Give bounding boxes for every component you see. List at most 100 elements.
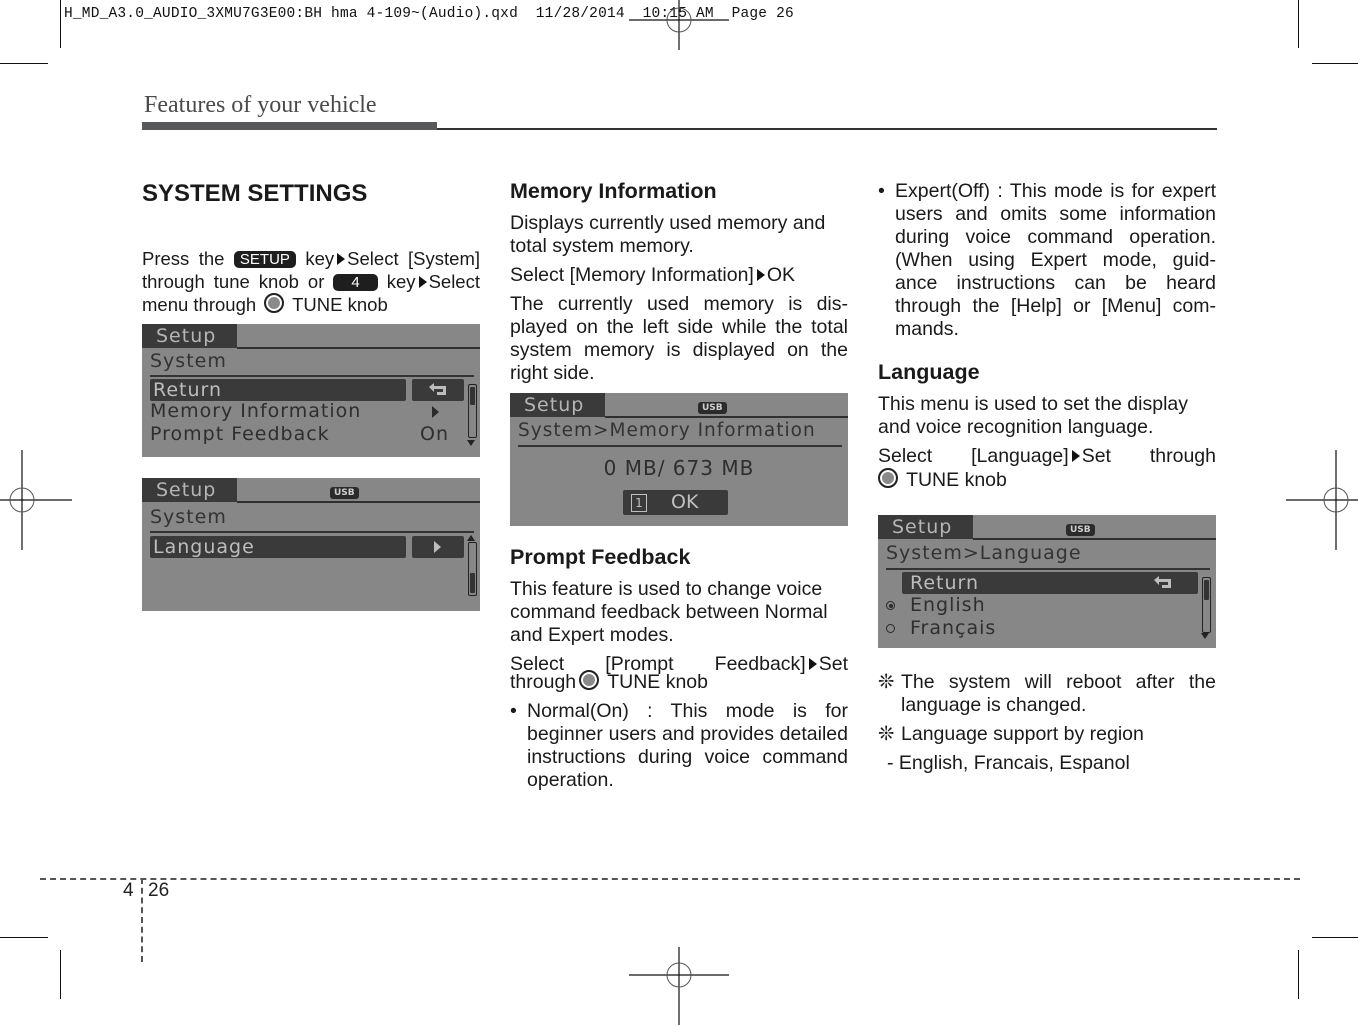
tune-knob-line: TUNE knob — [878, 468, 1216, 492]
triangle-right-icon — [756, 269, 765, 281]
radio-english[interactable] — [886, 601, 895, 610]
scrollbar-thumb[interactable] — [470, 573, 475, 593]
screen-memory-information: Setup USB System>Memory Information 0 MB… — [510, 393, 848, 526]
footer-dashed-divider — [141, 878, 143, 962]
return-arrow-icon — [1154, 576, 1171, 588]
screen-breadcrumb: System — [150, 506, 227, 528]
return-button[interactable] — [412, 379, 464, 401]
screen-tab: Setup — [878, 515, 973, 539]
note-language-support: ❊ Language support by region — [878, 723, 1216, 746]
crop-mark — [0, 63, 48, 65]
language-enter-button[interactable] — [412, 536, 464, 558]
return-label: Return — [910, 572, 980, 594]
memory-usage: 0 MB/ 673 MB — [603, 456, 755, 480]
ok-index-badge: 1 — [631, 494, 647, 512]
prompt-feedback-paragraph: This feature is used to change voice com… — [510, 578, 828, 646]
divider — [237, 501, 480, 503]
column-2: Memory Information Displays currently us… — [510, 180, 848, 391]
crop-mark — [0, 937, 48, 939]
crop-mark — [60, 0, 62, 48]
language-paragraph: This menu is used to set the display and… — [878, 393, 1188, 438]
menu-item-return[interactable]: Return — [902, 572, 1198, 594]
radio-francais[interactable] — [886, 624, 895, 633]
option-francais[interactable]: Français — [910, 617, 996, 639]
crop-mark — [1298, 950, 1300, 999]
expert-mode-bullet: Expert(Off) : This mode is for expert us… — [878, 180, 1216, 341]
intro-paragraph: Press the SETUP key Select [System] throu… — [142, 247, 480, 316]
screen-breadcrumb: System>Memory Information — [518, 420, 816, 441]
language-select-instruction: Select [Language] Set through — [878, 445, 1216, 468]
instruction-text: OK — [766, 264, 796, 286]
scrollbar[interactable] — [468, 384, 477, 438]
header-rule — [437, 128, 1217, 130]
column-1: SYSTEM SETTINGS Press the SETUP key Selec… — [142, 180, 480, 322]
tune-knob-icon — [878, 468, 898, 488]
page-number: 26 — [148, 880, 170, 901]
intro-text: key — [377, 271, 416, 292]
note-text: Language support by region — [901, 723, 1144, 745]
scroll-up-icon — [467, 535, 475, 541]
divider — [973, 538, 1216, 540]
registration-mark-right — [1286, 450, 1358, 550]
chevron-right-icon — [432, 406, 439, 418]
prompt-feedback-value: On — [420, 423, 449, 445]
usb-badge: USB — [698, 402, 727, 414]
scrollbar-thumb[interactable] — [1204, 580, 1209, 600]
instruction-text: Select [Memory Information] — [510, 264, 754, 286]
memory-paragraph: Displays currently used memory and total… — [510, 212, 826, 257]
footer-dashed-rule — [40, 878, 1300, 880]
memory-select-instruction: Select [Memory Information] OK — [510, 264, 848, 287]
column-2-lower: Prompt Feedback This feature is used to … — [510, 546, 848, 798]
usb-badge: USB — [1066, 524, 1095, 536]
screen-breadcrumb: System>Language — [886, 542, 1082, 564]
normal-mode-bullet: Normal(On) : This mode is for beginner u… — [510, 700, 848, 792]
screen-breadcrumb: System — [150, 350, 227, 372]
intro-text: Press the — [142, 248, 234, 269]
note-symbol-icon: ❊ — [878, 671, 895, 693]
note-text: The system will reboot after the languag… — [901, 671, 1216, 716]
screen-system-language: Setup USB System Language — [142, 478, 480, 611]
crop-mark — [1312, 937, 1358, 939]
ok-button[interactable]: 1 OK — [623, 490, 728, 515]
crop-mark — [1312, 63, 1358, 65]
section-title: SYSTEM SETTINGS — [142, 180, 368, 207]
scrollbar[interactable] — [1202, 577, 1211, 633]
crop-mark — [60, 950, 62, 999]
instruction-text: Set through — [1081, 445, 1216, 467]
scrollbar-thumb[interactable] — [470, 387, 475, 405]
option-english[interactable]: English — [910, 594, 986, 616]
menu-item-memory-information[interactable]: Memory Information — [150, 400, 361, 422]
registration-mark-left — [0, 450, 72, 550]
setup-key: SETUP — [233, 251, 296, 268]
screen-language-options: Setup USB System>Language Return English… — [878, 515, 1216, 648]
chevron-right-icon — [434, 541, 441, 553]
instruction-text: TUNE knob — [602, 671, 708, 693]
intro-text: key — [295, 248, 335, 269]
menu-item-prompt-feedback[interactable]: Prompt Feedback — [150, 423, 330, 445]
scrollbar[interactable] — [468, 542, 477, 596]
divider — [518, 445, 842, 447]
prompt-feedback-heading: Prompt Feedback — [510, 545, 691, 569]
running-header: Features of your vehicle — [144, 92, 377, 118]
supported-languages: - English, Francais, Espanol — [887, 752, 1130, 774]
tune-knob-icon — [264, 293, 285, 313]
triangle-right-icon — [1071, 450, 1080, 462]
screen-tab: Setup — [142, 478, 237, 502]
scroll-down-icon — [1201, 633, 1209, 639]
registration-mark-bottom — [629, 947, 729, 1025]
usb-badge: USB — [330, 487, 359, 499]
triangle-right-icon — [337, 253, 346, 265]
divider — [150, 375, 474, 377]
crop-mark — [1298, 0, 1300, 48]
triangle-right-icon — [808, 658, 817, 670]
through-text: through — [510, 671, 577, 693]
memory-paragraph: The currently used memory is dis-played … — [510, 293, 848, 384]
instruction-text: Select [Language] — [878, 445, 1069, 467]
column-3: Expert(Off) : This mode is for expert us… — [878, 180, 1216, 498]
language-heading: Language — [878, 360, 980, 384]
intro-text: TUNE knob — [287, 294, 388, 315]
divider — [237, 347, 480, 349]
menu-item-return[interactable]: Return — [150, 379, 406, 401]
menu-item-language[interactable]: Language — [150, 536, 406, 558]
header-bar — [142, 122, 437, 130]
